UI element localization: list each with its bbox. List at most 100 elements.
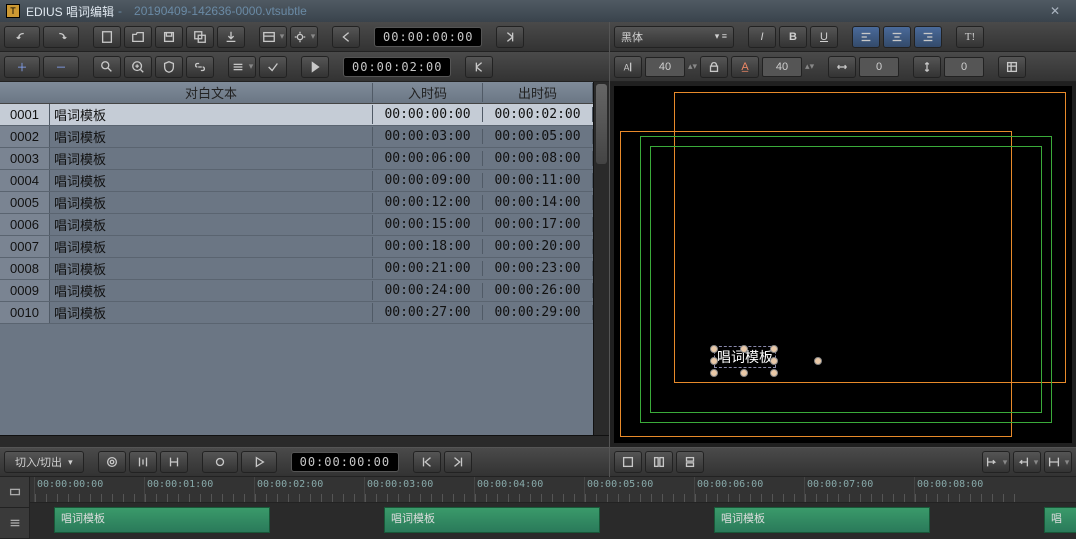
col-in[interactable]: 入时码: [373, 83, 483, 102]
leading-value[interactable]: 0: [944, 57, 984, 77]
cell-text[interactable]: 唱词模板: [50, 281, 373, 300]
template-dropdown[interactable]: [259, 26, 287, 48]
timecode-out[interactable]: 00:00:02:00: [343, 57, 451, 77]
marker-out-dropdown[interactable]: [1013, 451, 1041, 473]
play-button-top[interactable]: [301, 56, 329, 78]
cell-out[interactable]: 00:00:26:00: [483, 283, 593, 298]
track-toggle-2[interactable]: [0, 508, 29, 539]
text-effect-button[interactable]: T!: [956, 26, 984, 48]
leading-button[interactable]: [913, 56, 941, 78]
italic-button[interactable]: I: [748, 26, 776, 48]
underline-button[interactable]: U: [810, 26, 838, 48]
open-button[interactable]: [124, 26, 152, 48]
cell-text[interactable]: 唱词模板: [50, 127, 373, 146]
search-button[interactable]: [93, 56, 121, 78]
timeline-clip[interactable]: 唱词模板: [384, 507, 600, 533]
table-row[interactable]: 0005唱词模板00:00:12:0000:00:14:00: [0, 192, 593, 214]
cell-out[interactable]: 00:00:14:00: [483, 195, 593, 210]
save-all-button[interactable]: [186, 26, 214, 48]
cell-text[interactable]: 唱词模板: [50, 105, 373, 124]
cell-text[interactable]: 唱词模板: [50, 193, 373, 212]
timeline-clip[interactable]: 唱词模板: [714, 507, 930, 533]
play-button[interactable]: [241, 451, 277, 473]
cell-text[interactable]: 唱词模板: [50, 237, 373, 256]
cut-mode-dropdown[interactable]: 切入/切出 ▾: [4, 451, 84, 473]
cell-out[interactable]: 00:00:17:00: [483, 217, 593, 232]
cell-out[interactable]: 00:00:20:00: [483, 239, 593, 254]
align-tool-1[interactable]: [129, 451, 157, 473]
color-button[interactable]: A̲: [731, 56, 759, 78]
table-row[interactable]: 0003唱词模板00:00:06:0000:00:08:00: [0, 148, 593, 170]
font-size-2[interactable]: 40: [762, 57, 802, 77]
subtitle-table[interactable]: 对白文本 入时码 出时码 0001唱词模板00:00:00:0000:00:02…: [0, 82, 593, 435]
table-row[interactable]: 0004唱词模板00:00:09:0000:00:11:00: [0, 170, 593, 192]
add-row-button[interactable]: ＋: [4, 56, 40, 78]
import-button[interactable]: [217, 26, 245, 48]
align-right-button[interactable]: [914, 26, 942, 48]
cell-out[interactable]: 00:00:29:00: [483, 305, 593, 320]
lock-button[interactable]: [700, 56, 728, 78]
zoom-button[interactable]: [124, 56, 152, 78]
cell-in[interactable]: 00:00:24:00: [373, 283, 483, 298]
align-left-button[interactable]: [852, 26, 880, 48]
font-size-1[interactable]: 40: [645, 57, 685, 77]
timecode-in[interactable]: 00:00:00:00: [374, 27, 482, 47]
kerning-value[interactable]: 0: [859, 57, 899, 77]
preview-canvas[interactable]: 唱词模板: [614, 86, 1072, 443]
close-button[interactable]: ✕: [1040, 4, 1070, 18]
remove-row-button[interactable]: －: [43, 56, 79, 78]
cell-in[interactable]: 00:00:18:00: [373, 239, 483, 254]
cell-in[interactable]: 00:00:27:00: [373, 305, 483, 320]
cell-in[interactable]: 00:00:03:00: [373, 129, 483, 144]
table-row[interactable]: 0010唱词模板00:00:27:0000:00:29:00: [0, 302, 593, 324]
table-scrollbar[interactable]: [593, 82, 609, 435]
save-button[interactable]: [155, 26, 183, 48]
table-row[interactable]: 0001唱词模板00:00:00:0000:00:02:00: [0, 104, 593, 126]
timeline-clip[interactable]: 唱: [1044, 507, 1076, 533]
goto-out-button[interactable]: [444, 451, 472, 473]
align-center-button[interactable]: [883, 26, 911, 48]
cell-in[interactable]: 00:00:00:00: [373, 107, 483, 122]
record-button[interactable]: [202, 451, 238, 473]
cell-text[interactable]: 唱词模板: [50, 215, 373, 234]
col-out[interactable]: 出时码: [483, 83, 593, 102]
settings-dropdown[interactable]: [290, 26, 318, 48]
layout-1-button[interactable]: [614, 451, 642, 473]
timeline-main[interactable]: 00:00:00:0000:00:01:0000:00:02:0000:00:0…: [30, 477, 1076, 539]
cell-text[interactable]: 唱词模板: [50, 149, 373, 168]
cell-out[interactable]: 00:00:11:00: [483, 173, 593, 188]
new-button[interactable]: [93, 26, 121, 48]
undo-button[interactable]: [4, 26, 40, 48]
kerning-button[interactable]: [828, 56, 856, 78]
link-button[interactable]: [186, 56, 214, 78]
table-hscroll[interactable]: [0, 435, 609, 447]
cell-out[interactable]: 00:00:08:00: [483, 151, 593, 166]
shield-button[interactable]: [155, 56, 183, 78]
cell-out[interactable]: 00:00:05:00: [483, 129, 593, 144]
set-in-button[interactable]: [496, 26, 524, 48]
timeline-clip[interactable]: 唱词模板: [54, 507, 270, 533]
reset-format-button[interactable]: [998, 56, 1026, 78]
table-row[interactable]: 0002唱词模板00:00:03:0000:00:05:00: [0, 126, 593, 148]
table-row[interactable]: 0008唱词模板00:00:21:0000:00:23:00: [0, 258, 593, 280]
layout-2-button[interactable]: [645, 451, 673, 473]
cell-out[interactable]: 00:00:02:00: [483, 107, 593, 122]
marker-in-dropdown[interactable]: [982, 451, 1010, 473]
goto-start-button[interactable]: [332, 26, 360, 48]
redo-button[interactable]: [43, 26, 79, 48]
goto-in-button[interactable]: [413, 451, 441, 473]
track-toggle-1[interactable]: [0, 477, 29, 508]
col-text[interactable]: 对白文本: [50, 83, 373, 102]
cell-in[interactable]: 00:00:21:00: [373, 261, 483, 276]
cell-in[interactable]: 00:00:12:00: [373, 195, 483, 210]
grid-dropdown[interactable]: [228, 56, 256, 78]
layout-3-button[interactable]: [676, 451, 704, 473]
cell-in[interactable]: 00:00:06:00: [373, 151, 483, 166]
transport-timecode[interactable]: 00:00:00:00: [291, 452, 399, 472]
cell-text[interactable]: 唱词模板: [50, 171, 373, 190]
cell-out[interactable]: 00:00:23:00: [483, 261, 593, 276]
bold-button[interactable]: B: [779, 26, 807, 48]
vertical-text-button[interactable]: A: [614, 56, 642, 78]
align-tool-2[interactable]: [160, 451, 188, 473]
set-out-button[interactable]: [465, 56, 493, 78]
